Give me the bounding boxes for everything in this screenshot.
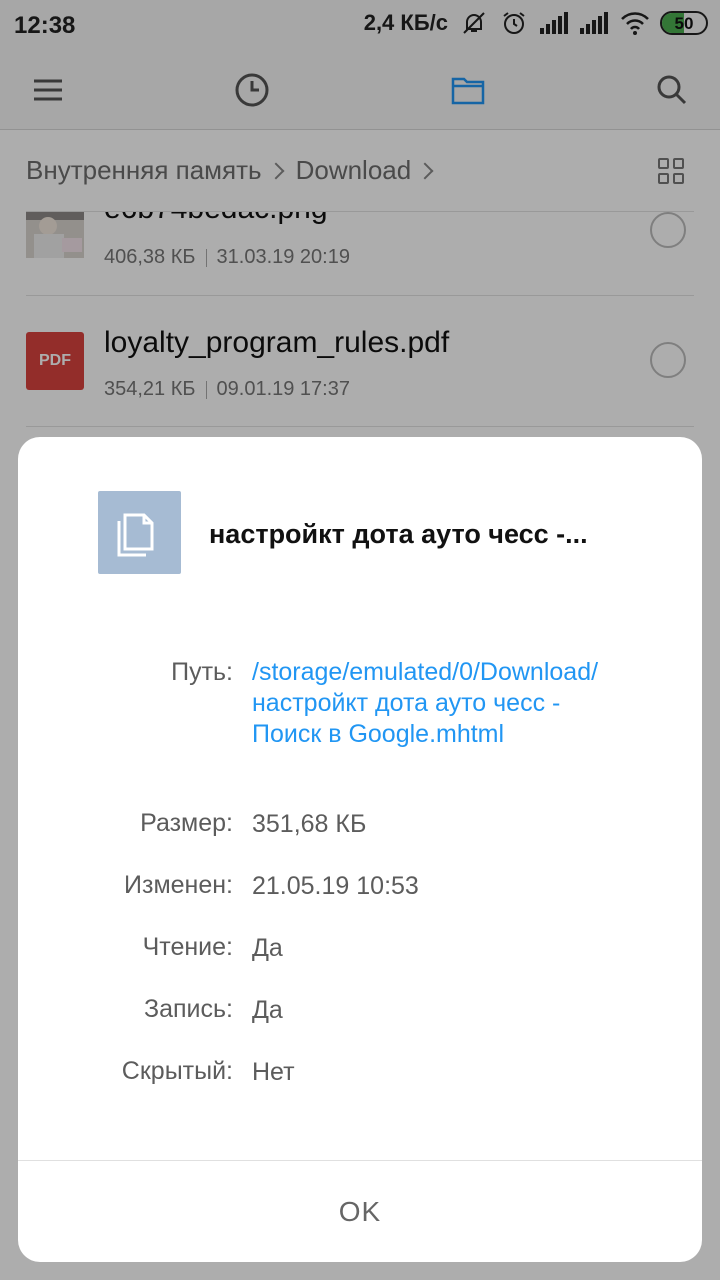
property-label: Чтение:	[142, 933, 233, 961]
property-label: Изменен:	[124, 871, 233, 899]
ok-button[interactable]: OK	[18, 1161, 702, 1262]
property-value: 21.05.19 10:53	[252, 872, 419, 900]
property-label: Размер:	[140, 809, 233, 837]
property-label: Запись:	[144, 995, 233, 1023]
property-value: 351,68 КБ	[252, 810, 367, 838]
dialog-title: настройкт дота ауто чесс -...	[209, 519, 588, 549]
property-value: Да	[252, 934, 283, 962]
file-icon	[98, 491, 181, 574]
property-value: Нет	[252, 1058, 295, 1086]
property-value[interactable]: /storage/emulated/0/Download/настройкт д…	[252, 657, 632, 750]
property-label: Скрытый:	[121, 1057, 233, 1085]
file-properties-dialog: настройкт дота ауто чесс -... Путь: /sto…	[18, 437, 702, 1262]
property-value: Да	[252, 996, 283, 1024]
property-label: Путь:	[171, 658, 233, 686]
